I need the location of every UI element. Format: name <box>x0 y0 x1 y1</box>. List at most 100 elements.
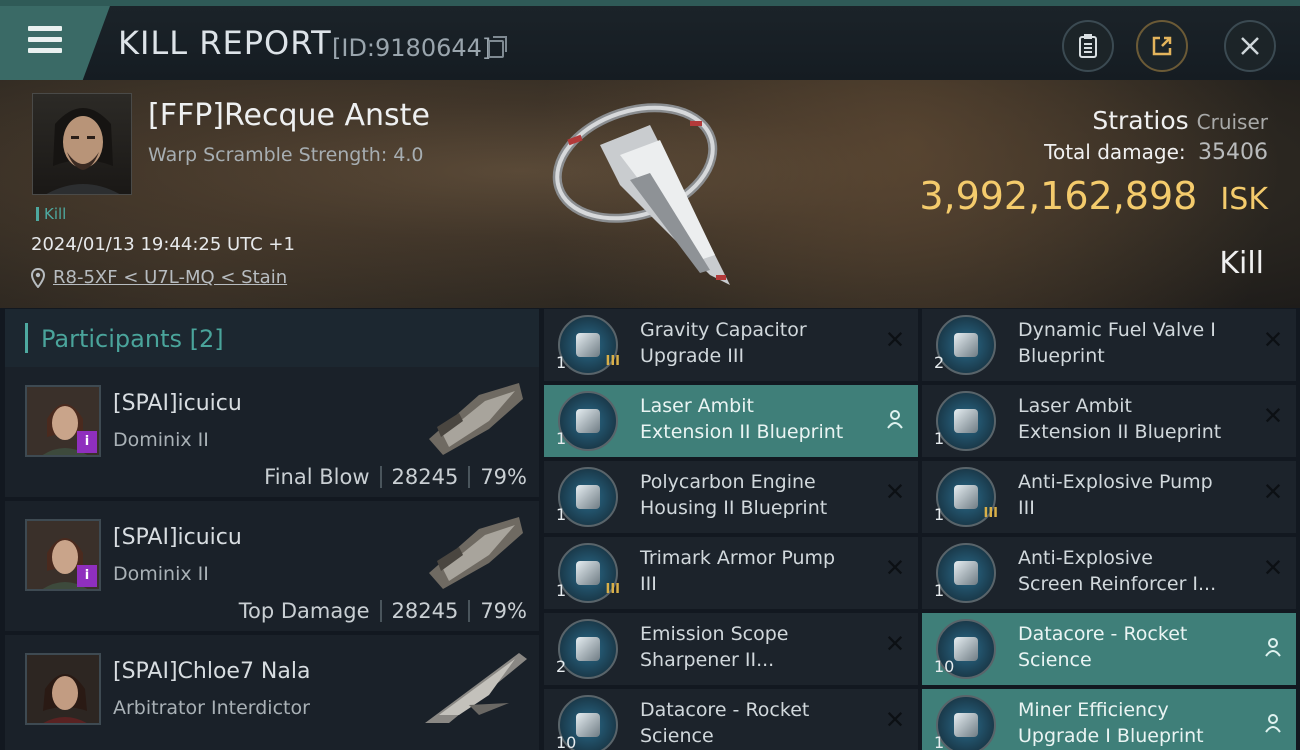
participant-row[interactable]: i [SPAI]icuicu Dominix II Top Damage 2824… <box>5 501 539 635</box>
item-tier: III <box>605 354 620 369</box>
person-icon[interactable] <box>1264 637 1282 657</box>
destroyed-icon <box>887 560 903 575</box>
item-tile[interactable]: III 1 Gravity Capacitor Upgrade III <box>544 309 918 381</box>
item-icon <box>936 315 996 375</box>
destroyed-icon <box>887 332 903 347</box>
participant-row[interactable]: i [SPAI]icuicu Dominix II Final Blow 2824… <box>5 367 539 501</box>
participant-ship-image <box>429 383 523 455</box>
page-title: KILL REPORT <box>118 24 332 62</box>
item-name-line1: Gravity Capacitor <box>640 319 807 341</box>
participant-pct: 79% <box>480 599 527 623</box>
item-name: Anti-Explosive Screen Reinforcer I... <box>1018 545 1248 597</box>
copy-icon[interactable] <box>488 36 507 58</box>
person-icon[interactable] <box>886 409 904 429</box>
item-tile[interactable]: III 1 Anti-Explosive Pump III <box>922 461 1296 533</box>
participant-name[interactable]: [SPAI]icuicu <box>113 391 242 416</box>
item-tile[interactable]: 10 Datacore - Rocket Science <box>922 613 1296 685</box>
victim-portrait[interactable] <box>32 93 132 195</box>
victim-name[interactable]: [FFP]Recque Anste <box>148 98 430 133</box>
dropped-items-grid: III 1 Gravity Capacitor Upgrade III 2 Dynamic… <box>544 309 1300 750</box>
info-badge-icon[interactable]: i <box>77 431 97 453</box>
participants-header: Participants [2] <box>5 309 539 367</box>
item-tile[interactable]: 10 Datacore - Rocket Science <box>544 689 918 750</box>
location-link[interactable]: R8-5XF < U7L-MQ < Stain <box>53 267 287 288</box>
destroyed-icon <box>1265 484 1281 499</box>
ship-name[interactable]: Stratios <box>1092 106 1188 135</box>
item-name-line1: Laser Ambit <box>640 395 754 417</box>
total-damage: Total damage: 35406 <box>1044 140 1268 165</box>
ship-type: Stratios Cruiser <box>1092 106 1268 135</box>
share-icon <box>1152 36 1172 56</box>
item-icon <box>558 391 618 451</box>
item-name: Datacore - Rocket Science <box>640 697 870 749</box>
victim-ship-image[interactable] <box>540 85 760 300</box>
item-name-line2: Blueprint <box>1018 345 1105 367</box>
participants-title: Participants [2] <box>41 325 224 353</box>
item-icon <box>936 543 996 603</box>
item-name: Polycarbon Engine Housing II Blueprint <box>640 469 870 521</box>
item-quantity: 1 <box>556 581 567 600</box>
hamburger-icon <box>28 26 62 59</box>
menu-button[interactable] <box>0 6 110 82</box>
participant-stats: Final Blow 28245 79% <box>264 465 527 489</box>
item-name-line2: Extension II Blueprint <box>1018 421 1222 443</box>
participant-name[interactable]: [SPAI]icuicu <box>113 525 242 550</box>
item-name: Datacore - Rocket Science <box>1018 621 1248 673</box>
item-icon <box>936 391 996 451</box>
item-tile[interactable]: 2 Emission Scope Sharpener II... <box>544 613 918 685</box>
info-badge-icon[interactable]: i <box>77 565 97 587</box>
item-name-line2: Sharpener II... <box>640 649 775 671</box>
item-tile[interactable]: 1 Laser Ambit Extension II Blueprint <box>922 385 1296 457</box>
item-tier: III <box>983 506 998 521</box>
item-name: Dynamic Fuel Valve I Blueprint <box>1018 317 1248 369</box>
participant-stats: Top Damage 28245 79% <box>239 599 527 623</box>
location-pin-icon <box>31 268 45 288</box>
item-name: Anti-Explosive Pump III <box>1018 469 1248 521</box>
item-tile[interactable]: 1 Laser Ambit Extension II Blueprint <box>544 385 918 457</box>
item-name-line1: Laser Ambit <box>1018 395 1132 417</box>
avatar[interactable] <box>25 653 101 725</box>
share-button[interactable] <box>1136 20 1188 72</box>
item-icon: III <box>558 315 620 375</box>
item-icon <box>558 467 618 527</box>
item-icon: III <box>936 467 998 527</box>
item-quantity: 1 <box>556 505 567 524</box>
item-name-line1: Trimark Armor Pump <box>640 547 836 569</box>
item-quantity: 1 <box>934 733 945 750</box>
close-button[interactable] <box>1224 20 1276 72</box>
item-name: Emission Scope Sharpener II... <box>640 621 870 673</box>
clipboard-button[interactable] <box>1062 20 1114 72</box>
destroyed-icon <box>887 636 903 651</box>
total-damage-label: Total damage: <box>1044 140 1186 164</box>
item-quantity: 1 <box>934 581 945 600</box>
item-tile[interactable]: 1 Anti-Explosive Screen Reinforcer I... <box>922 537 1296 609</box>
participant-row[interactable]: [SPAI]Chloe7 Nala Arbitrator Interdictor <box>5 635 539 750</box>
item-name-line1: Datacore - Rocket <box>640 699 810 721</box>
participant-damage: 28245 <box>391 465 459 489</box>
isk-amount: 3,992,162,898 <box>919 174 1198 218</box>
kill-datetime: 2024/01/13 19:44:25 UTC +1 <box>31 234 295 255</box>
item-name-line1: Polycarbon Engine <box>640 471 816 493</box>
ship-class: Cruiser <box>1196 110 1268 134</box>
warp-scramble: Warp Scramble Strength: 4.0 <box>148 144 424 166</box>
item-icon <box>936 695 996 750</box>
item-tile[interactable]: 2 Dynamic Fuel Valve I Blueprint <box>922 309 1296 381</box>
item-quantity: 2 <box>556 657 567 676</box>
destroyed-icon <box>1265 332 1281 347</box>
item-name-line2: III <box>1018 497 1035 519</box>
destroyed-icon <box>1265 408 1281 423</box>
total-damage-value: 35406 <box>1198 140 1268 165</box>
item-tile[interactable]: III 1 Trimark Armor Pump III <box>544 537 918 609</box>
item-quantity: 1 <box>934 505 945 524</box>
person-icon[interactable] <box>1264 713 1282 733</box>
item-icon: III <box>558 543 620 603</box>
item-tile[interactable]: 1 Polycarbon Engine Housing II Blueprint <box>544 461 918 533</box>
item-tile[interactable]: 1 Miner Efficiency Upgrade I Blueprint <box>922 689 1296 750</box>
participant-name[interactable]: [SPAI]Chloe7 Nala <box>113 659 310 684</box>
item-name: Gravity Capacitor Upgrade III <box>640 317 870 369</box>
item-icon <box>558 619 618 679</box>
item-quantity: 10 <box>934 657 955 676</box>
close-icon <box>1241 37 1259 55</box>
item-tier: III <box>605 582 620 597</box>
item-quantity: 1 <box>556 429 567 448</box>
